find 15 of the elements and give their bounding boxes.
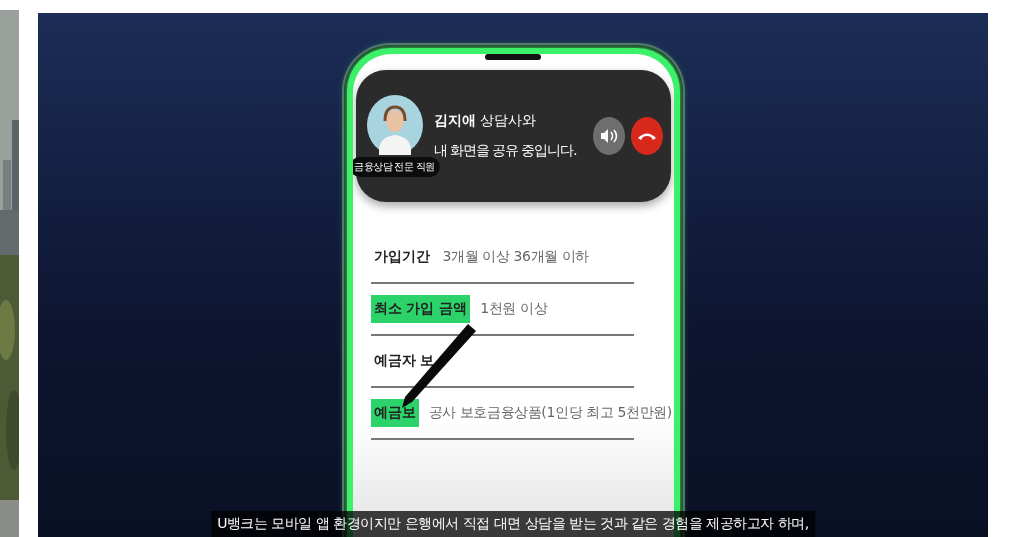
row-label: 예금자 보 [372,351,436,370]
row-label: 예금보 [370,399,419,427]
row-value: 1천원 이상 [480,300,548,318]
speaker-button[interactable] [592,117,625,155]
row-value: 공사 보호금융상품(1인당 최고 5천만원) [428,404,672,422]
row-label: 가입기간 [372,247,431,266]
row-value: 3개월 이상 36개월 이하 [442,248,589,266]
call-status: 내 화면을 공유 중입니다. [433,142,578,160]
role-badge: 금융상담 전문 직원 [352,157,440,177]
row-label: 최소 가입 금액 [370,295,471,323]
speaker-icon [598,127,619,145]
phone-handset-icon [636,131,657,141]
call-title: 김지애 상담사와 [433,112,537,130]
hang-up-button[interactable] [630,117,663,155]
subtitle-caption: U뱅크는 모바일 앱 환경이지만 은행에서 직접 대면 상담을 받는 것과 같은 경험을 제공하고자 하며, [211,511,815,537]
